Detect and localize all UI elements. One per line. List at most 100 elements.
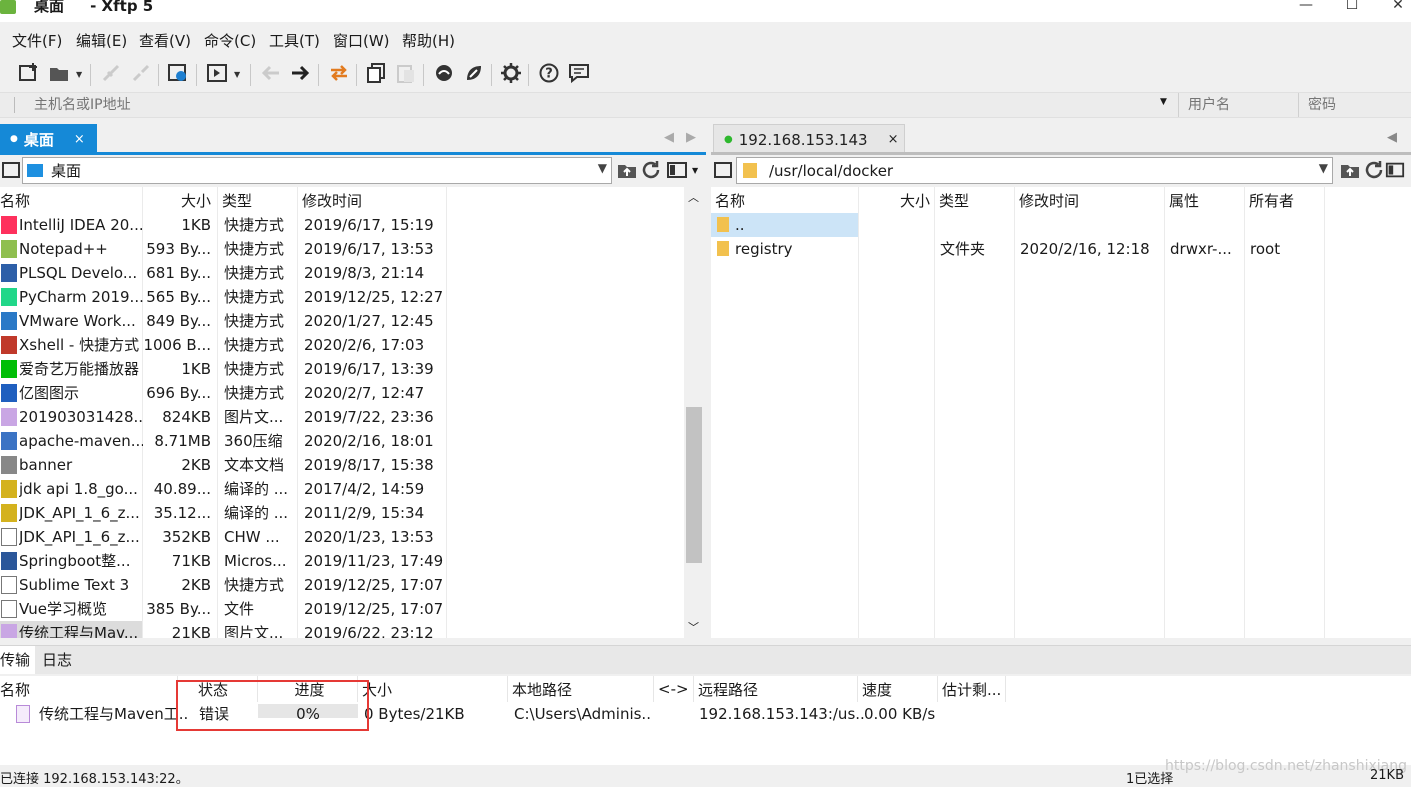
message-icon[interactable] [566,60,592,86]
col-header-name[interactable]: 名称 [0,676,178,702]
file-name: Xshell - 快捷方式 [19,336,140,354]
transfer-mode-icon[interactable] [204,60,230,86]
menu-file[interactable]: 文件(F) [12,30,62,51]
toolbar-separator [356,64,357,86]
local-file-row[interactable]: 201903031428... 824KB 图片文... 2019/7/22, 23:… [0,405,684,429]
tab-remote-session[interactable]: ● 192.168.153.143 × [713,124,905,154]
col-header-type[interactable]: 类型 [935,187,1015,213]
session-properties-icon[interactable] [165,60,191,86]
toolbar-separator [528,64,529,86]
left-path-combo[interactable]: 桌面 ▼ [22,157,612,184]
xftp-icon[interactable] [461,60,487,86]
left-panel-toggle-icon[interactable] [2,162,20,178]
refresh-icon[interactable] [1361,157,1387,183]
right-path-combo[interactable]: /usr/local/docker ▼ [736,157,1333,184]
tab-desktop[interactable]: ● 桌面 × [0,124,97,154]
local-file-row[interactable]: Xshell - 快捷方式 1006 B... 快捷方式 2020/2/6, 17:0… [0,333,684,357]
col-header-type[interactable]: 类型 [218,187,298,213]
col-header-direction[interactable]: <-> [654,676,694,702]
xshell-icon[interactable] [431,60,457,86]
forward-arrow-icon[interactable] [287,60,313,86]
scroll-thumb[interactable] [686,407,702,563]
local-file-row[interactable]: apache-maven... 8.71MB 360压缩 2020/2/16, 18:… [0,429,684,453]
col-header-size[interactable]: 大小 [358,676,508,702]
remote-file-row-parent[interactable]: .. [711,213,1411,237]
remote-file-row-registry[interactable]: registry 文件夹 2020/2/16, 12:18 drwxr-... … [711,237,1411,261]
col-header-size[interactable]: 大小 [859,187,935,213]
close-button[interactable]: ✕ [1375,0,1411,14]
left-path-dropdown-icon[interactable]: ▼ [598,161,607,175]
scroll-up-icon[interactable]: ︿ [688,189,699,205]
col-header-mtime[interactable]: 修改时间 [1015,187,1165,213]
tab-transfer[interactable]: 传输 [0,646,35,674]
local-file-row[interactable]: PLSQL Develo... 681 By... 快捷方式 2019/8/3, 21… [0,261,684,285]
local-file-row[interactable]: banner 2KB 文本文档 2019/8/17, 15:38 [0,453,684,477]
right-path-text: /usr/local/docker [769,161,894,180]
tab-scroll-left-icon[interactable]: ◀ [664,130,674,145]
host-input[interactable] [32,95,1152,115]
tab-scroll-left-icon[interactable]: ◀ [1387,130,1397,145]
col-header-name[interactable]: 名称 [0,187,143,213]
help-icon[interactable]: ? [536,60,562,86]
local-file-row[interactable]: PyCharm 2019.... 565 By... 快捷方式 2019/12/25,… [0,285,684,309]
parent-folder-icon[interactable] [1337,157,1363,183]
password-input[interactable] [1306,95,1406,115]
local-file-row[interactable]: jdk api 1.8_go... 40.89... 编译的 ... 2017/4/2… [0,477,684,501]
sync-icon[interactable] [326,60,352,86]
local-file-row[interactable]: Notepad++ 593 By... 快捷方式 2019/6/17, 13:53 [0,237,684,261]
local-file-row[interactable]: IntelliJ IDEA 20... 1KB 快捷方式 2019/6/17, 15:… [0,213,684,237]
tab-log[interactable]: 日志 [42,646,72,674]
view-mode-dropdown-icon[interactable]: ▼ [692,166,698,175]
local-file-row[interactable]: JDK_API_1_6_z... 35.12... 编译的 ... 2011/2/9,… [0,501,684,525]
local-file-row[interactable]: Springboot整... 71KB Micros... 2019/11/23, 1… [0,549,684,573]
local-file-row[interactable]: Vue学习概览 385 By... 文件 2019/12/25, 17:07 [0,597,684,621]
parent-folder-icon[interactable] [614,157,640,183]
col-header-speed[interactable]: 速度 [858,676,938,702]
menu-tools[interactable]: 工具(T) [269,30,320,51]
col-header-size[interactable]: 大小 [143,187,218,213]
sort-ascending-icon: ^ [781,187,790,194]
menu-help[interactable]: 帮助(H) [402,30,455,51]
transfer-mode-dropdown-icon[interactable]: ▼ [234,70,240,79]
right-path-dropdown-icon[interactable]: ▼ [1319,161,1328,175]
menu-command[interactable]: 命令(C) [204,30,256,51]
refresh-icon[interactable] [638,157,664,183]
host-history-dropdown-icon[interactable]: ▼ [1160,97,1167,107]
gear-icon[interactable] [498,60,524,86]
scroll-down-icon[interactable]: ﹀ [688,619,699,635]
col-header-attr[interactable]: 属性 [1165,187,1245,213]
col-header-remote-path[interactable]: 远程路径 [694,676,858,702]
local-file-row[interactable]: 亿图图示 696 By... 快捷方式 2020/2/7, 12:47 [0,381,684,405]
tab-desktop-close-icon[interactable]: × [74,132,85,147]
right-panel-toggle-icon[interactable] [714,162,732,178]
paste-icon[interactable] [393,60,419,86]
disconnect-icon[interactable] [128,60,154,86]
tab-remote-close-icon[interactable]: × [888,132,899,147]
back-arrow-icon[interactable] [258,60,284,86]
tab-scroll-right-icon[interactable]: ▶ [686,130,696,145]
col-header-eta[interactable]: 估计剩... [938,676,1006,702]
col-header-mtime[interactable]: 修改时间 [298,187,447,213]
local-file-row[interactable]: VMware Work... 849 By... 快捷方式 2020/1/27, 12… [0,309,684,333]
col-header-attr-label: 属性 [1169,191,1200,210]
menu-view[interactable]: 查看(V) [139,30,191,51]
col-header-local-path[interactable]: 本地路径 [508,676,654,702]
menu-window[interactable]: 窗口(W) [333,30,390,51]
username-input[interactable] [1186,95,1296,115]
copy-icon[interactable] [363,60,389,86]
connect-icon[interactable] [98,60,124,86]
view-mode-icon[interactable] [664,157,690,183]
open-folder-icon[interactable] [46,60,72,86]
local-file-row[interactable]: Sublime Text 3 2KB 快捷方式 2019/12/25, 17:07 [0,573,684,597]
col-header-owner[interactable]: 所有者 [1245,187,1325,213]
maximize-button[interactable]: ☐ [1329,0,1375,14]
view-mode-icon[interactable] [1385,157,1405,183]
new-session-icon[interactable] [16,60,42,86]
local-file-row[interactable]: JDK_API_1_6_z... 352KB CHW ... 2020/1/23, 1… [0,525,684,549]
local-file-row[interactable]: 传统工程与Mav... 21KB 图片文... 2019/6/22, 23:12 [0,621,684,638]
minimize-button[interactable]: — [1283,0,1329,14]
local-file-row[interactable]: 爱奇艺万能播放器 1KB 快捷方式 2019/6/17, 13:39 [0,357,684,381]
menu-edit[interactable]: 编辑(E) [76,30,127,51]
open-dropdown-arrow-icon[interactable]: ▼ [76,70,82,79]
local-list-scrollbar[interactable]: ︿ ﹀ [684,187,704,638]
